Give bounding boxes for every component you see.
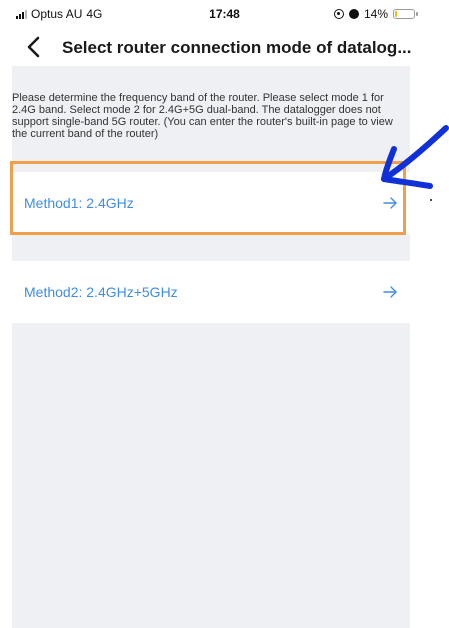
location-icon <box>333 9 344 19</box>
status-indicators: 14% <box>333 7 418 21</box>
status-bar: Optus AU 4G 17:48 14% <box>0 0 449 28</box>
method-1-label: Method1: 2.4GHz <box>24 195 134 211</box>
screen: Optus AU 4G 17:48 14% Select router conn… <box>0 0 449 628</box>
navigation-bar: Select router connection mode of datalog… <box>0 28 449 66</box>
annotation-dot <box>430 199 432 201</box>
content-panel <box>12 66 410 628</box>
page-title: Select router connection mode of datalog… <box>62 38 412 57</box>
battery-level <box>395 11 397 17</box>
battery-icon <box>393 9 418 19</box>
method-2-label: Method2: 2.4GHz+5GHz <box>24 284 178 300</box>
battery-percent: 14% <box>363 7 388 21</box>
arrow-right-icon <box>383 197 397 209</box>
alarm-icon <box>348 9 359 19</box>
method-1-option[interactable]: Method1: 2.4GHz <box>12 172 410 234</box>
instructions-text: Please determine the frequency band of t… <box>12 92 393 140</box>
chevron-left-icon <box>27 36 40 58</box>
back-button[interactable] <box>22 34 48 60</box>
method-2-option[interactable]: Method2: 2.4GHz+5GHz <box>12 261 410 323</box>
arrow-right-icon <box>383 286 397 298</box>
